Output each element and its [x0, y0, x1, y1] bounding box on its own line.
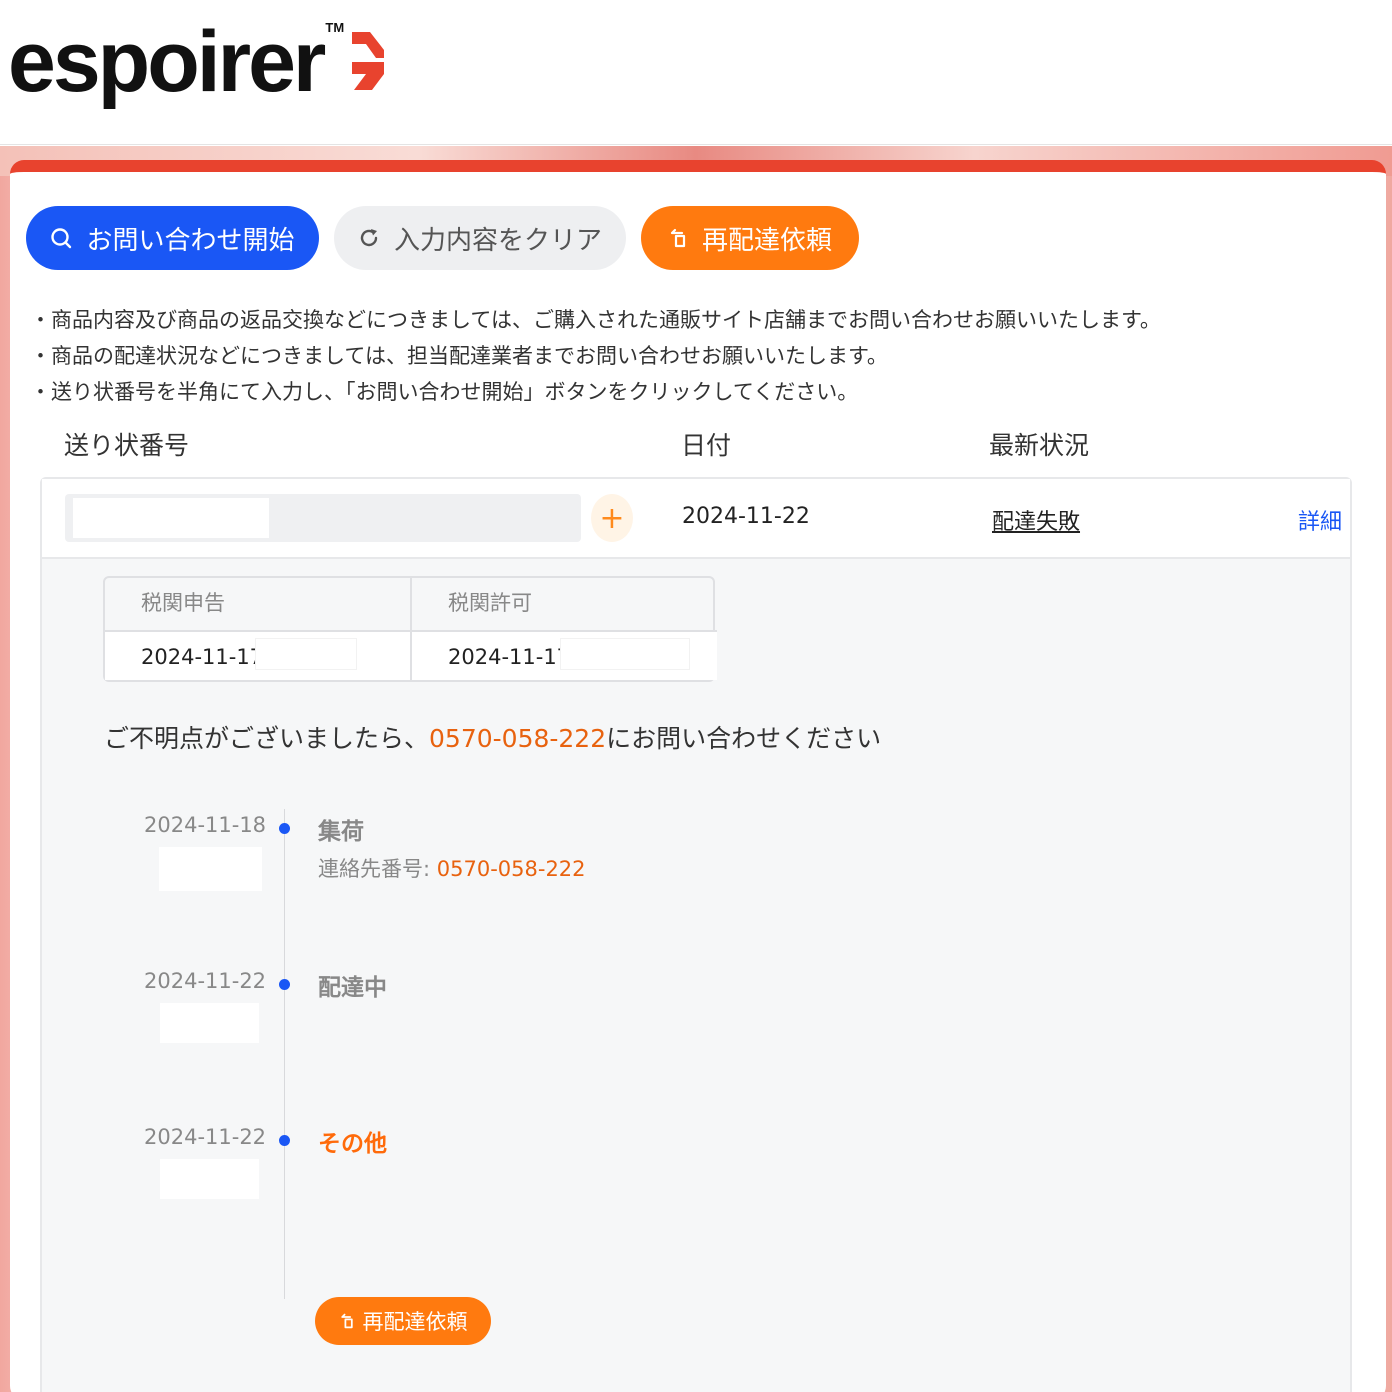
timeline-title: その他	[318, 1131, 387, 1157]
redacted-time	[159, 847, 262, 891]
customs-declaration-header: 税関申告	[141, 591, 225, 615]
timeline-date: 2024-11-22	[144, 1125, 267, 1149]
clear-button-label: 入力内容をクリア	[393, 225, 602, 256]
search-button[interactable]: お問い合わせ開始	[26, 206, 319, 270]
plus-icon: +	[599, 500, 625, 536]
redelivery-button[interactable]: 再配達依頼	[641, 206, 859, 270]
column-header-date: 日付	[681, 431, 732, 460]
instruction-line: ・商品の配達状況などにつきましては、担当配達業者までお問い合わせお願いいたします…	[30, 344, 888, 368]
redacted-time	[560, 638, 690, 670]
clear-button[interactable]: 入力内容をクリア	[334, 206, 626, 270]
timeline-dot	[279, 1135, 290, 1146]
timeline-title: 配達中	[318, 975, 387, 1001]
timeline-dot	[279, 979, 290, 990]
search-button-label: お問い合わせ開始	[86, 225, 295, 256]
trademark: TM	[325, 20, 345, 35]
column-header-status: 最新状況	[989, 431, 1090, 460]
brand-logo[interactable]: espoirer TM	[8, 12, 388, 122]
contact-phone[interactable]: 0570-058-222	[429, 724, 606, 753]
redacted-time	[160, 1159, 259, 1199]
timeline-date: 2024-11-22	[144, 969, 267, 993]
brand-arrow-icon	[352, 32, 385, 90]
result-date: 2024-11-22	[682, 504, 810, 529]
customs-divider	[410, 578, 412, 680]
contact-message: ご不明点がございましたら、0570-058-222にお問い合わせください	[104, 719, 881, 755]
customs-permission-header: 税関許可	[448, 591, 532, 615]
result-status-link[interactable]: 配達失敗	[992, 504, 1080, 536]
refresh-icon	[360, 229, 378, 247]
timeline-dot	[279, 823, 290, 834]
redelivery-button-secondary[interactable]: 再配達依頼	[315, 1297, 491, 1345]
instruction-line: ・送り状番号を半角にて入力し、「お問い合わせ開始」ボタンをクリックしてください。	[30, 380, 859, 404]
customs-table: 税関申告 税関許可 2024-11-17 2024-11-17	[103, 576, 717, 682]
timeline-contact-label: 連絡先番号:	[318, 857, 437, 881]
timeline-contact: 連絡先番号: 0570-058-222	[318, 853, 586, 883]
redelivery-button-label: 再配達依頼	[701, 225, 832, 256]
search-icon	[51, 228, 72, 249]
redacted-tracking-number	[73, 498, 269, 538]
contact-suffix: にお問い合わせください	[606, 724, 882, 753]
instructions: ・商品内容及び商品の返品交換などにつきましては、ご購入された通販サイト店舗までお…	[30, 302, 1161, 410]
detail-link[interactable]: 詳細	[1298, 504, 1342, 536]
brand-name: espoirer	[8, 14, 326, 110]
redacted-time	[255, 638, 357, 670]
instruction-line: ・商品内容及び商品の返品交換などにつきましては、ご購入された通販サイト店舗までお…	[30, 308, 1161, 332]
timeline-contact-phone[interactable]: 0570-058-222	[437, 857, 586, 881]
timeline-date: 2024-11-18	[144, 813, 267, 837]
contact-prefix: ご不明点がございましたら、	[104, 724, 430, 753]
redelivery-icon	[670, 228, 686, 248]
timeline-title: 集荷	[318, 819, 364, 845]
result-row: + 2024-11-22 配達失敗 詳細	[42, 479, 1350, 559]
column-header-tracking: 送り状番号	[64, 431, 190, 460]
redacted-time	[160, 1003, 259, 1043]
tracking-card: お問い合わせ開始 入力内容をクリア 再配達依頼 ・商品内容及び商品の返品交換など…	[10, 160, 1386, 1392]
redelivery-icon	[340, 1313, 353, 1329]
result-panel: + 2024-11-22 配達失敗 詳細 税関申告 税関許可 2024-11-1…	[40, 477, 1352, 1392]
redelivery-button-secondary-label: 再配達依頼	[362, 1310, 468, 1334]
timeline-line	[284, 809, 285, 1299]
site-header: espoirer TM	[0, 0, 1392, 145]
add-row-button[interactable]: +	[591, 494, 633, 542]
